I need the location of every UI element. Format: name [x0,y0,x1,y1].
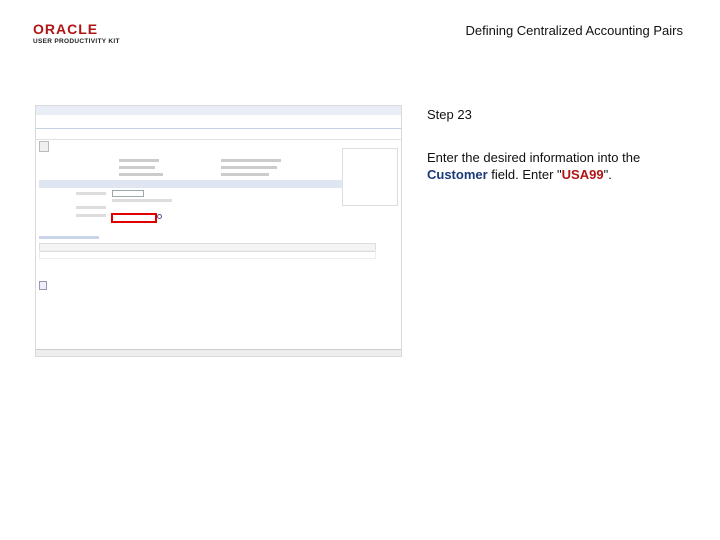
app-tab[interactable] [39,141,49,152]
oracle-upk-logo: ORACLE USER PRODUCTIVITY KIT [33,22,128,48]
application-screenshot [35,105,402,357]
app-row-label [76,206,106,209]
horizontal-scrollbar[interactable] [36,349,401,356]
return-button[interactable] [39,281,47,290]
instruction-prefix: Enter the desired information into the [427,150,641,165]
app-header-field [221,166,277,169]
lookup-icon[interactable] [157,214,162,219]
app-section-bar [39,180,343,188]
app-row-label [76,192,106,195]
app-header-field [119,166,155,169]
entry-value: USA99 [561,167,604,182]
document-title: Defining Centralized Accounting Pairs [465,23,683,38]
app-checkbox-row[interactable] [112,199,172,202]
upk-subtitle: USER PRODUCTIVITY KIT [33,38,120,45]
app-nav-bar [36,106,401,115]
field-name: Customer [427,167,488,182]
customer-label [76,214,106,217]
grid-row [39,250,376,259]
step-instruction: Enter the desired information into the C… [427,149,687,183]
app-input[interactable] [112,190,144,197]
oracle-wordmark: ORACLE [33,21,99,37]
customer-input-highlighted[interactable] [111,213,157,223]
instruction-suffix: ". [603,167,612,182]
app-brand-row [36,115,401,129]
app-header-field [119,173,163,176]
step-number: Step 23 [427,107,472,122]
app-header-field [221,173,269,176]
grid-title [39,236,99,239]
app-help-panel [342,148,398,206]
app-header-field [119,159,159,162]
instruction-mid: field. Enter " [487,167,562,182]
app-header-field [221,159,281,162]
app-toolbar [36,129,401,140]
